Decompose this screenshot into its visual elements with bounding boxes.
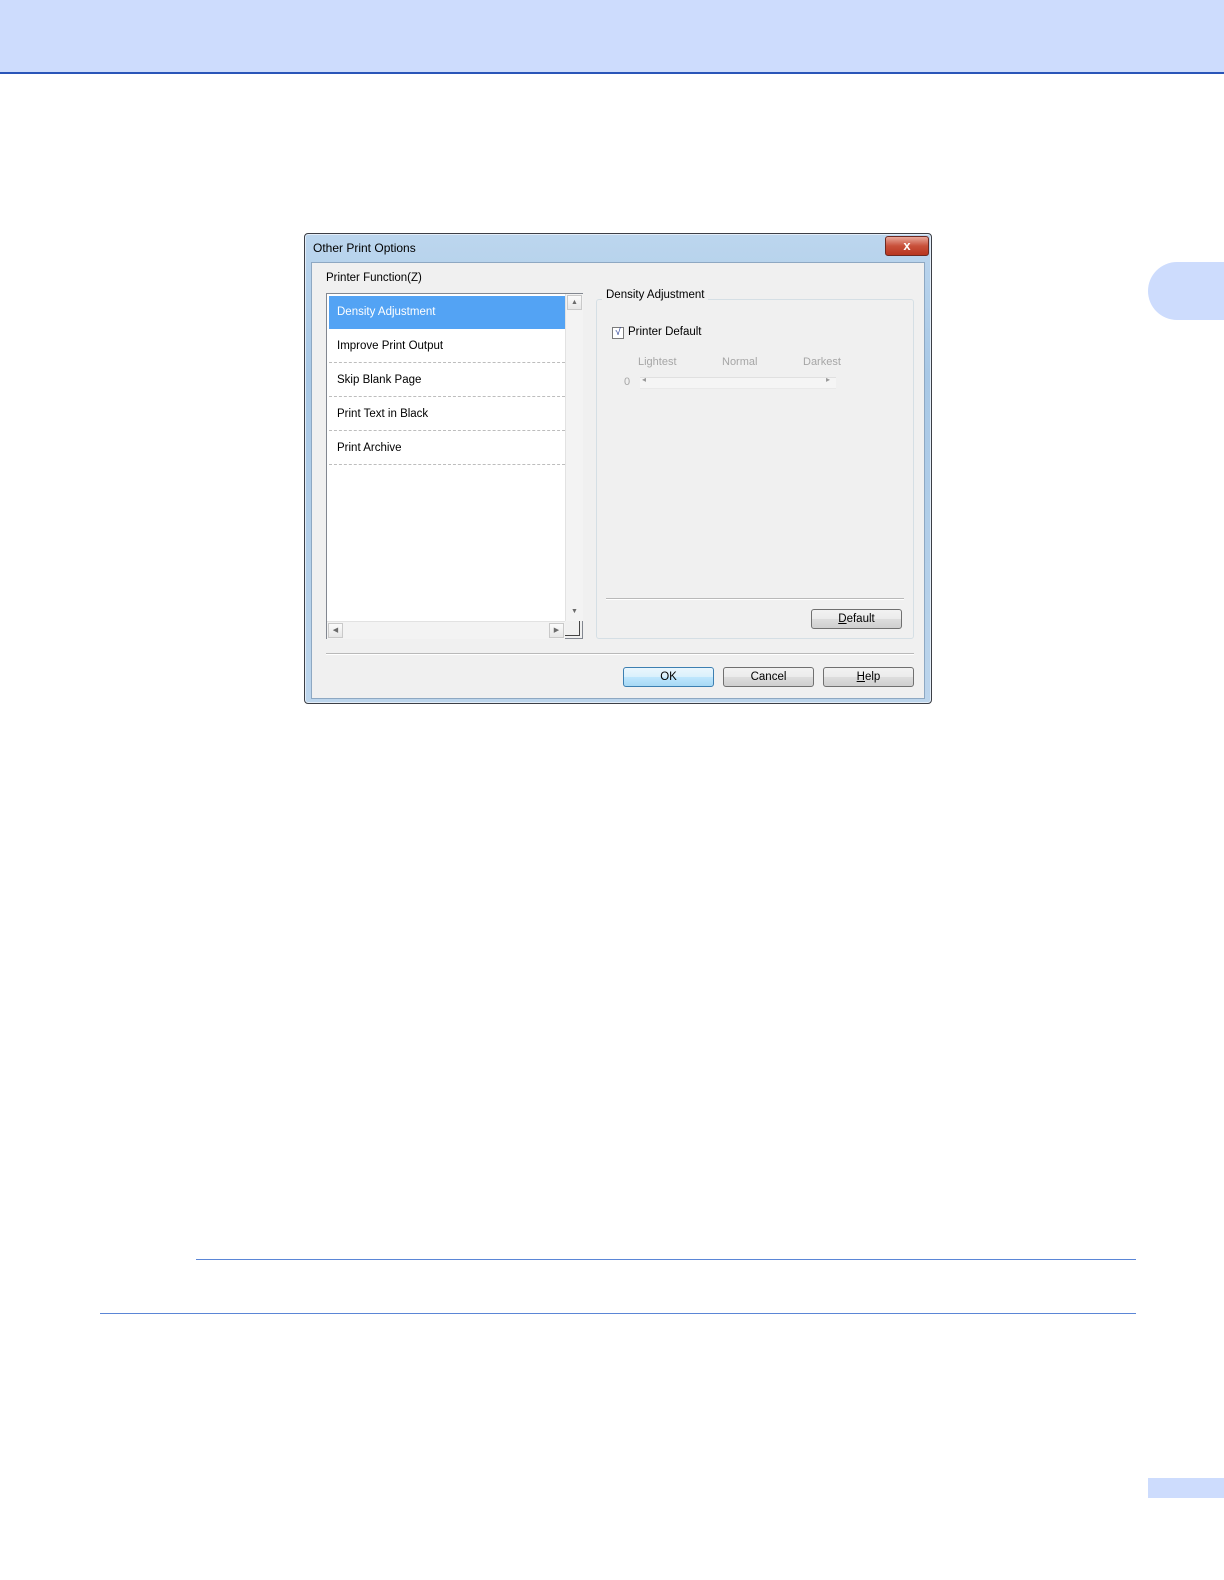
horizontal-scrollbar[interactable]: ◀ ▶ — [327, 621, 565, 639]
printer-default-checkbox[interactable]: √ — [612, 327, 624, 339]
slider-right-arrow-icon: ▸ — [826, 375, 831, 384]
scroll-left-icon[interactable]: ◀ — [328, 623, 343, 638]
vertical-scrollbar[interactable]: ▲ ▼ — [565, 294, 583, 621]
list-item-density-adjustment[interactable]: Density Adjustment — [329, 296, 565, 329]
density-adjustment-group — [596, 299, 914, 639]
density-group-title: Density Adjustment — [602, 289, 709, 301]
cancel-button[interactable]: Cancel — [723, 667, 814, 687]
close-icon: x — [903, 238, 911, 253]
scale-lightest-label: Lightest — [638, 356, 677, 368]
printer-function-label: Printer Function(Z) — [326, 272, 422, 284]
scroll-down-icon[interactable]: ▼ — [567, 605, 582, 620]
group-separator — [606, 598, 904, 600]
default-button-label: efault — [846, 613, 875, 625]
scale-darkest-label: Darkest — [803, 356, 841, 368]
default-button[interactable]: Default — [811, 609, 902, 629]
bottom-separator — [326, 653, 914, 655]
list-item-skip-blank-page[interactable]: Skip Blank Page — [329, 364, 565, 397]
note-rule-bottom — [100, 1313, 1136, 1314]
density-slider: ◂ ▸ — [640, 375, 836, 389]
resize-grip-icon — [565, 621, 582, 638]
list-item-print-archive[interactable]: Print Archive — [329, 432, 565, 465]
printer-function-list[interactable]: Density Adjustment Improve Print Output … — [326, 293, 583, 639]
slider-left-arrow-icon: ◂ — [642, 375, 647, 384]
printer-default-label[interactable]: Printer Default — [628, 326, 702, 338]
help-button-label: elp — [864, 671, 881, 683]
page-header-band — [0, 0, 1224, 74]
list-item-print-text-in-black[interactable]: Print Text in Black — [329, 398, 565, 431]
check-icon: √ — [615, 327, 621, 338]
density-value: 0 — [624, 376, 631, 388]
help-button[interactable]: Help — [823, 667, 914, 687]
scroll-up-icon[interactable]: ▲ — [567, 295, 582, 310]
dialog-client-area: Printer Function(Z) Density Adjustment I… — [311, 262, 925, 699]
page-number-tab — [1148, 1478, 1224, 1498]
chapter-side-tab — [1148, 262, 1224, 320]
note-rule-top — [196, 1259, 1136, 1260]
title-bar: Other Print Options x — [305, 234, 931, 262]
dialog-title: Other Print Options — [313, 241, 416, 255]
help-button-mnemonic: H — [856, 671, 865, 683]
other-print-options-dialog: Other Print Options x Printer Function(Z… — [304, 233, 932, 704]
ok-button[interactable]: OK — [623, 667, 714, 687]
default-button-mnemonic: D — [838, 613, 847, 625]
scale-normal-label: Normal — [722, 356, 758, 368]
scroll-right-icon[interactable]: ▶ — [549, 623, 564, 638]
close-button[interactable]: x — [885, 236, 929, 256]
list-item-improve-print-output[interactable]: Improve Print Output — [329, 330, 565, 363]
